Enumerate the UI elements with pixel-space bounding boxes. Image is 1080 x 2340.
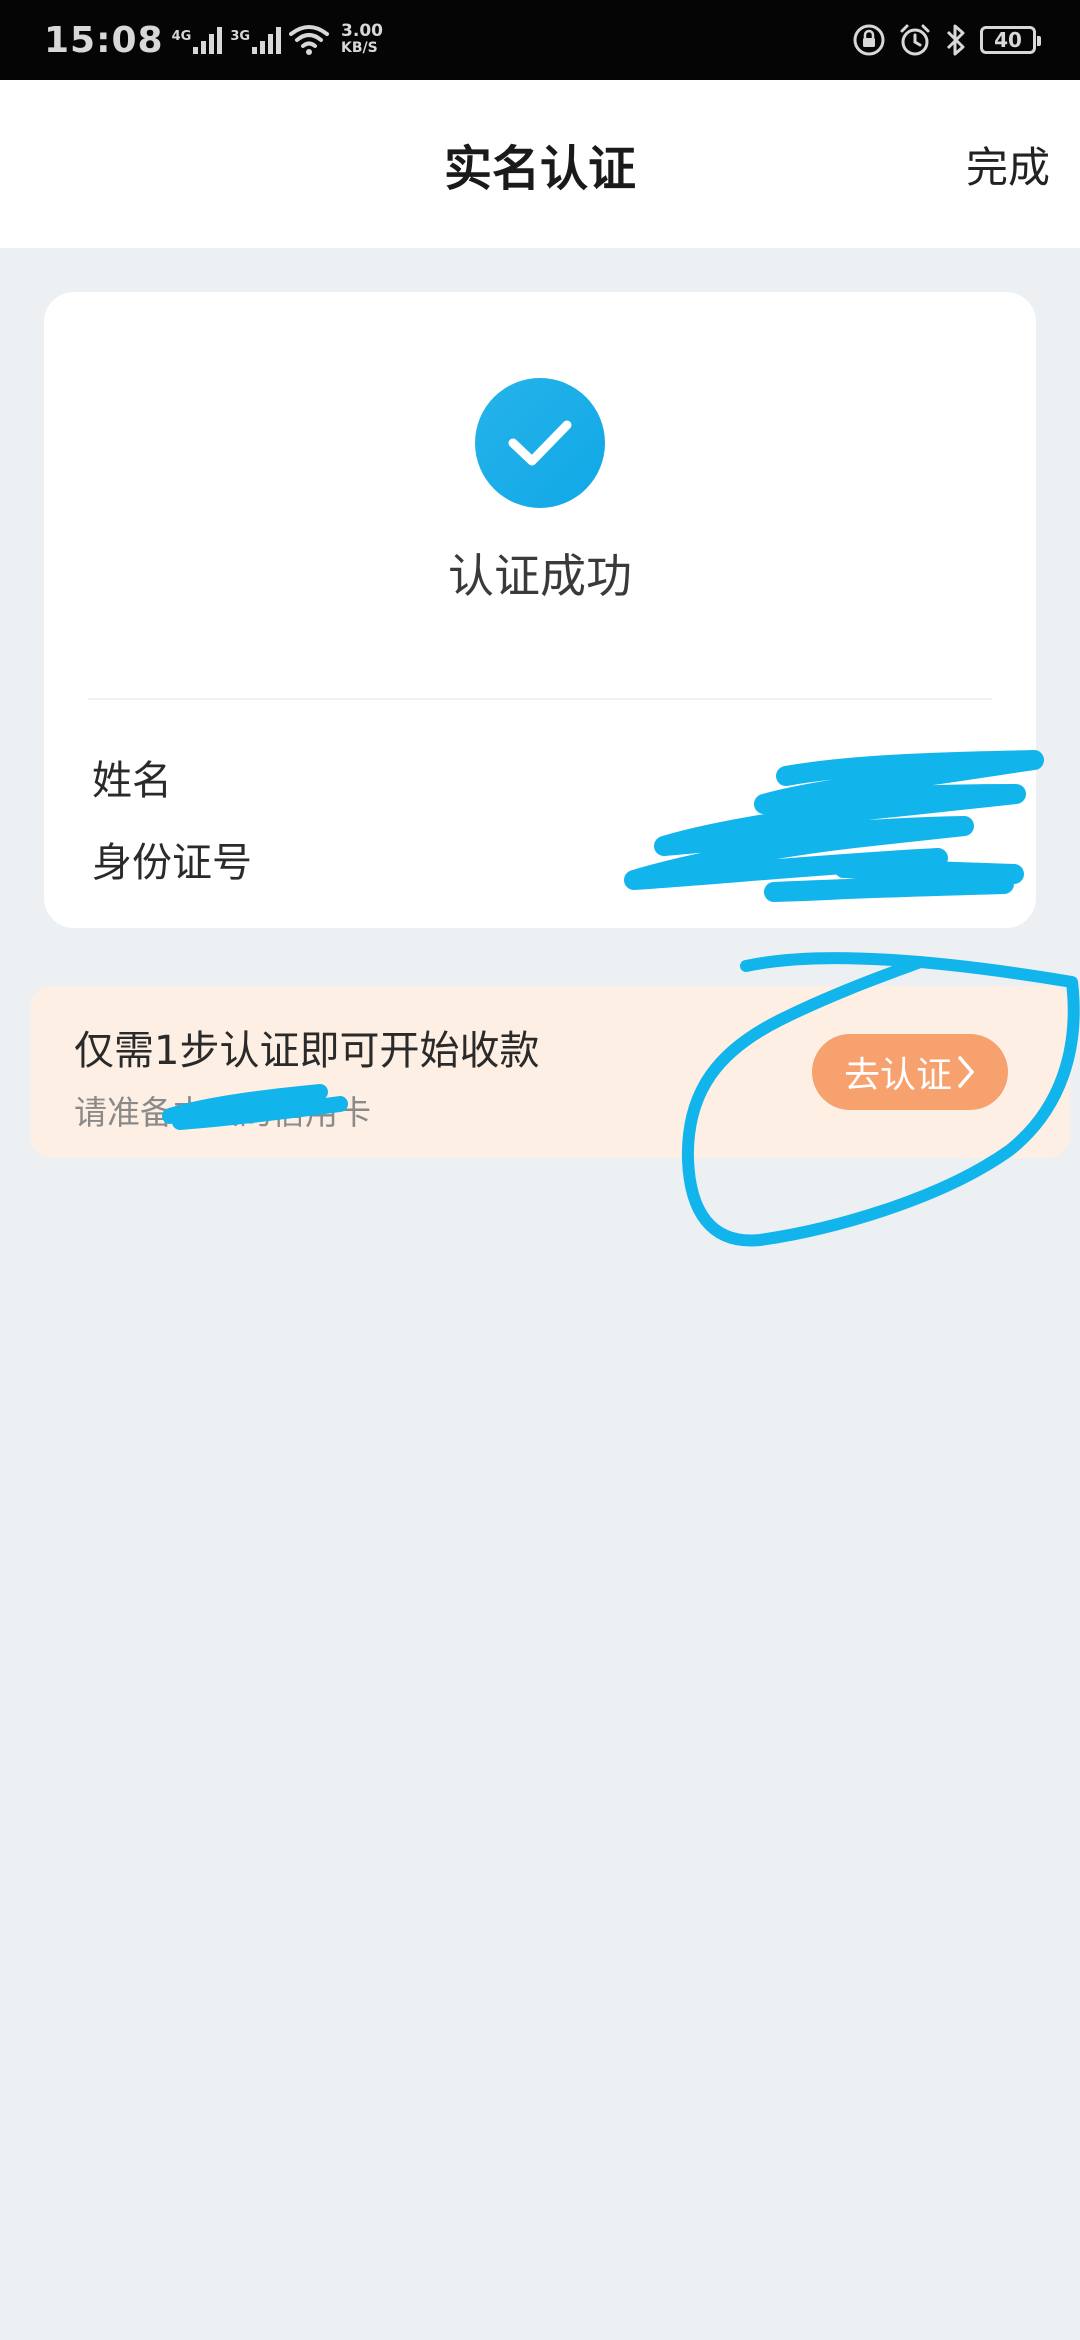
network-speed: 3.00 KB/S bbox=[341, 23, 383, 57]
signal-3g: 3G bbox=[230, 26, 282, 54]
verification-result-card: 认证成功 姓名 身份证号 bbox=[44, 292, 1044, 928]
network-speed-unit: KB/S bbox=[341, 40, 378, 56]
signal-bars-icon bbox=[193, 26, 223, 54]
go-verify-button-label: 去认证 bbox=[843, 1055, 952, 1096]
bluetooth-icon bbox=[946, 24, 965, 56]
status-bar: 15:08 4G 3G 3.00 KB/S 40 bbox=[0, 0, 1080, 80]
status-time: 15:08 bbox=[44, 19, 164, 61]
page-title: 实名认证 bbox=[443, 141, 636, 197]
status-bar-right: 40 bbox=[852, 23, 1041, 57]
id-number-label: 身份证号 bbox=[92, 840, 252, 886]
wifi-icon bbox=[289, 25, 330, 55]
alarm-icon bbox=[900, 24, 930, 56]
name-label: 姓名 bbox=[92, 758, 172, 804]
network-speed-value: 3.00 bbox=[341, 21, 383, 41]
go-verify-button[interactable]: 去认证 bbox=[812, 1034, 1008, 1110]
signal-4g: 4G bbox=[172, 26, 223, 54]
banner-subtitle: 请准备本人的信用卡 bbox=[74, 1093, 371, 1132]
verification-status-text: 认证成功 bbox=[448, 549, 632, 603]
status-bar-left: 15:08 4G 3G 3.00 KB/S bbox=[44, 20, 383, 61]
banner-title: 仅需1步认证即可开始收款 bbox=[74, 1028, 540, 1074]
network-type-label: 4G bbox=[171, 29, 192, 44]
battery-level: 40 bbox=[994, 28, 1022, 52]
screen: 15:08 4G 3G 3.00 KB/S 40 实名认证 完成 认证成功 姓名… bbox=[0, 0, 1080, 2340]
signal-bars-icon bbox=[252, 26, 282, 54]
done-button[interactable]: 完成 bbox=[966, 80, 1050, 248]
checkmark-icon bbox=[508, 420, 572, 466]
redaction-scribble bbox=[624, 750, 1044, 902]
divider bbox=[88, 698, 992, 700]
rotation-lock-icon bbox=[853, 24, 885, 56]
chevron-right-icon bbox=[958, 1056, 974, 1088]
nav-bar: 实名认证 完成 bbox=[0, 80, 1080, 248]
battery-icon: 40 bbox=[980, 26, 1041, 54]
check-circle-icon bbox=[475, 378, 605, 508]
network-type-label: 3G bbox=[230, 29, 251, 44]
promo-banner[interactable]: 仅需1步认证即可开始收款 请准备本人的信用卡 去认证 bbox=[30, 986, 1070, 1158]
